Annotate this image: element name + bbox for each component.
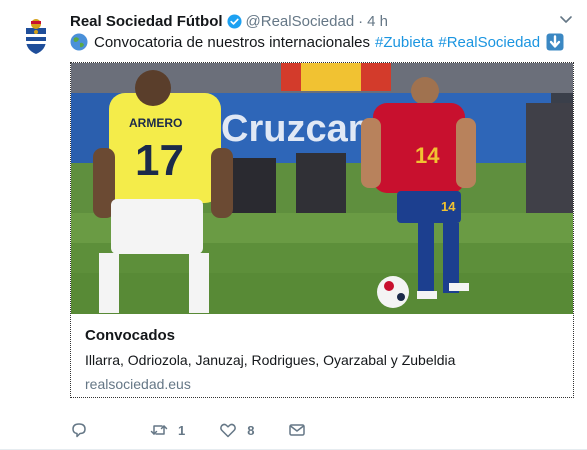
retweet-count: 1 bbox=[178, 422, 186, 438]
like-button[interactable]: 8 bbox=[219, 421, 254, 439]
author-handle[interactable]: @RealSociedad bbox=[246, 13, 355, 30]
envelope-icon bbox=[289, 424, 306, 436]
reply-icon bbox=[72, 423, 86, 438]
tweet-text: Convocatoria de nuestros internacionales… bbox=[70, 32, 564, 52]
card-image[interactable]: Cruzcam ARMERO 17 14 14 bbox=[71, 63, 574, 314]
left-player-number: 17 bbox=[135, 136, 184, 185]
right-player-number: 14 bbox=[415, 143, 440, 168]
like-count: 8 bbox=[247, 422, 255, 438]
verified-icon bbox=[227, 13, 242, 29]
football bbox=[377, 276, 409, 308]
link-card[interactable]: Cruzcam ARMERO 17 14 14 Convocados Illar… bbox=[70, 62, 574, 398]
tweet-actions: 1 8 bbox=[70, 419, 306, 441]
globe-emoji-icon bbox=[70, 33, 88, 51]
direct-message-button[interactable] bbox=[288, 421, 306, 439]
reply-button[interactable] bbox=[70, 421, 98, 439]
card-title: Convocados bbox=[85, 327, 176, 344]
card-body: Convocados Illarra, Odriozola, Januzaj, … bbox=[85, 327, 559, 392]
author-name[interactable]: Real Sociedad Fútbol bbox=[70, 13, 223, 30]
card-domain[interactable]: realsociedad.eus bbox=[85, 376, 559, 392]
timestamp[interactable]: 4 h bbox=[367, 13, 388, 30]
shorts-number: 14 bbox=[441, 199, 456, 214]
board-text: Cruzcam bbox=[221, 108, 382, 150]
avatar[interactable] bbox=[14, 14, 58, 58]
tweet-text-main: Convocatoria de nuestros internacionales bbox=[94, 33, 370, 51]
card-description: Illarra, Odriozola, Januzaj, Rodrigues, … bbox=[85, 352, 456, 368]
hashtag-zubieta[interactable]: #Zubieta bbox=[375, 34, 433, 51]
down-arrow-emoji-icon bbox=[546, 33, 564, 51]
retweet-button[interactable]: 1 bbox=[150, 421, 185, 439]
tweet[interactable]: Real Sociedad Fútbol @RealSociedad · 4 h… bbox=[0, 0, 587, 450]
chevron-down-icon[interactable] bbox=[559, 12, 573, 26]
tweet-header: Real Sociedad Fútbol @RealSociedad · 4 h bbox=[70, 11, 388, 31]
retweet-icon bbox=[150, 425, 168, 435]
separator-dot: · bbox=[358, 12, 364, 30]
hashtag-realsociedad[interactable]: #RealSociedad bbox=[438, 34, 540, 51]
real-sociedad-crest-icon bbox=[14, 14, 58, 58]
heart-icon bbox=[220, 423, 237, 438]
left-player-name: ARMERO bbox=[129, 116, 182, 130]
